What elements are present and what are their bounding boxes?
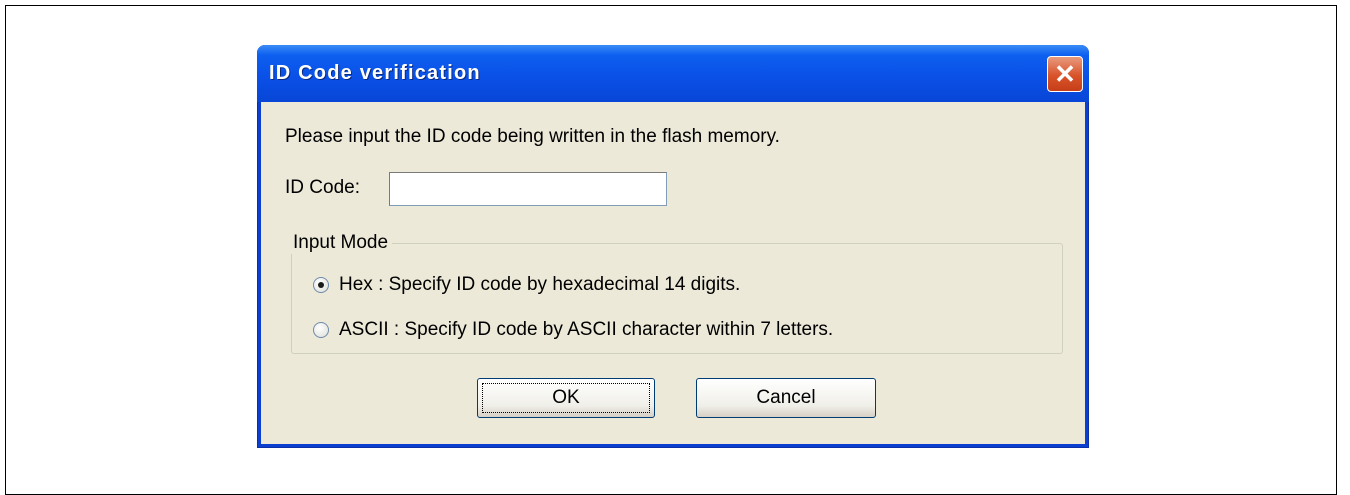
close-icon: ✕ [1054,59,1076,89]
ascii-radio[interactable] [313,322,329,338]
focus-rectangle [482,383,650,413]
window-title: ID Code verification [269,62,481,84]
input-mode-legend: Input Mode [289,232,393,254]
ascii-option-label: ASCII : Specify ID code by ASCII charact… [339,319,834,340]
dialog-body: Please input the ID code being written i… [261,102,1085,444]
id-code-label: ID Code: [285,177,360,198]
prompt-text: Please input the ID code being written i… [285,126,780,147]
cancel-button-label: Cancel [756,387,816,408]
id-code-verification-dialog: ID Code verification ✕ Please input the … [257,45,1089,448]
hex-option[interactable]: Hex : Specify ID code by hexadecimal 14 … [313,274,740,296]
close-button[interactable]: ✕ [1047,56,1083,92]
hex-option-label: Hex : Specify ID code by hexadecimal 14 … [339,274,741,295]
cancel-button[interactable]: Cancel [696,378,876,418]
ok-button[interactable]: OK [477,378,655,418]
title-bar: ID Code verification ✕ [257,45,1089,102]
ascii-option[interactable]: ASCII : Specify ID code by ASCII charact… [313,319,833,341]
id-code-input[interactable] [389,172,667,206]
hex-radio[interactable] [313,277,329,293]
